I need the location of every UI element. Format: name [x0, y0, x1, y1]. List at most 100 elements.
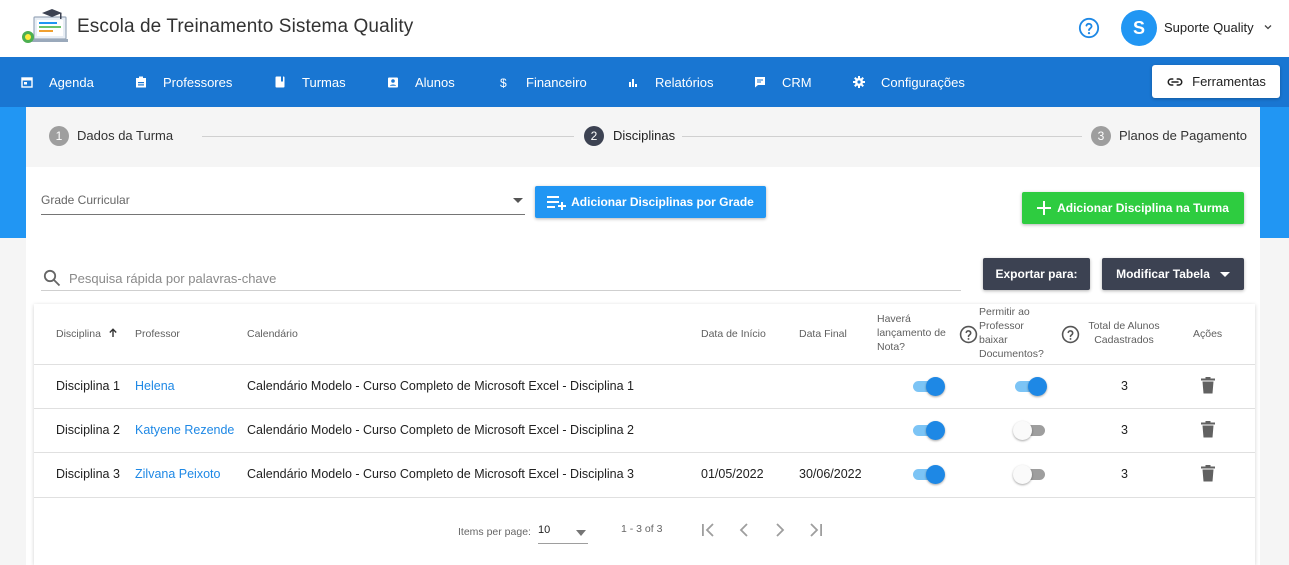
column-header-calendario[interactable]: Calendário	[247, 327, 298, 341]
column-header-line: Documentos?	[979, 348, 1044, 360]
cell-professor-link[interactable]: Zilvana Peixoto	[135, 467, 220, 481]
cell-disciplina: Disciplina 1	[56, 379, 120, 393]
dollar-icon: $	[500, 76, 507, 88]
column-header-line: Nota?	[877, 341, 906, 353]
help-icon[interactable]	[1061, 325, 1080, 344]
items-per-page-select[interactable]: 10	[538, 522, 588, 544]
column-header-data-final[interactable]: Data Final	[799, 327, 847, 341]
step-label-planos[interactable]: Planos de Pagamento	[1119, 128, 1247, 143]
column-header-acoes: Ações	[1193, 328, 1223, 340]
nav-item-agenda[interactable]: Agenda	[21, 57, 94, 107]
nota-toggle[interactable]	[911, 464, 945, 484]
plus-icon	[1037, 201, 1052, 215]
step-label-dados-turma[interactable]: Dados da Turma	[77, 128, 173, 143]
main-nav: Agenda Professores Turmas Alunos $ Finan…	[0, 57, 1289, 107]
add-discipline-label: Adicionar Disciplina na Turma	[1057, 201, 1229, 215]
delete-icon[interactable]	[1201, 465, 1215, 482]
delete-icon[interactable]	[1201, 421, 1215, 438]
items-per-page-value: 10	[538, 524, 551, 536]
nav-item-configuracoes[interactable]: Configurações	[853, 57, 965, 107]
docs-toggle[interactable]	[1013, 464, 1047, 484]
column-header-disciplina[interactable]: Disciplina	[56, 327, 118, 341]
export-label: Exportar para:	[995, 267, 1078, 281]
caret-down-icon	[576, 530, 586, 536]
chat-icon	[755, 77, 765, 88]
step-number[interactable]: 3	[1091, 126, 1111, 146]
column-header-professor[interactable]: Professor	[135, 327, 180, 341]
column-header-docs[interactable]: Permitir ao Professor baixar Documentos?	[979, 305, 1044, 361]
cell-total-alunos: 3	[1121, 423, 1128, 437]
user-name[interactable]: Suporte Quality	[1164, 20, 1254, 35]
tools-button[interactable]: Ferramentas	[1152, 65, 1280, 98]
step-number[interactable]: 1	[49, 126, 69, 146]
nav-item-crm[interactable]: CRM	[754, 57, 812, 107]
column-header-label: Disciplina	[56, 328, 101, 340]
cell-professor-link[interactable]: Helena	[135, 379, 175, 393]
items-per-page-label: Items per page:	[458, 526, 531, 538]
export-button[interactable]: Exportar para:	[983, 258, 1090, 290]
nav-label: Financeiro	[526, 74, 587, 90]
nav-item-professores[interactable]: Professores	[135, 57, 232, 107]
row-divider	[34, 497, 1255, 498]
nav-item-alunos[interactable]: Alunos	[387, 57, 455, 107]
nav-item-financeiro[interactable]: $ Financeiro	[498, 57, 587, 107]
app-title: Escola de Treinamento Sistema Quality	[77, 16, 414, 37]
chevron-down-icon[interactable]	[1263, 22, 1273, 32]
last-page-icon[interactable]	[804, 518, 828, 542]
step-divider	[682, 136, 1082, 137]
playlist-add-icon	[547, 196, 567, 210]
grade-curricular-label: Grade Curricular	[41, 193, 130, 207]
step-number-active[interactable]: 2	[584, 126, 604, 146]
docs-toggle[interactable]	[1013, 420, 1047, 440]
cell-disciplina: Disciplina 3	[56, 467, 120, 481]
column-header-line: baixar	[979, 334, 1008, 346]
docs-toggle[interactable]	[1013, 376, 1047, 396]
school-logo-icon	[22, 9, 68, 43]
nav-label: Configurações	[881, 74, 965, 90]
column-header-line: Cadastrados	[1094, 334, 1154, 346]
add-discipline-button[interactable]: Adicionar Disciplina na Turma	[1022, 192, 1244, 224]
user-avatar[interactable]: S	[1121, 10, 1157, 46]
nav-label: Relatórios	[655, 74, 714, 90]
cell-professor-link[interactable]: Katyene Rezende	[135, 423, 234, 437]
previous-page-icon[interactable]	[732, 518, 756, 542]
nota-toggle[interactable]	[911, 376, 945, 396]
nav-label: Agenda	[49, 74, 94, 90]
contact-card-icon	[388, 77, 398, 88]
first-page-icon[interactable]	[696, 518, 720, 542]
cell-disciplina: Disciplina 2	[56, 423, 120, 437]
column-header-data-inicio[interactable]: Data de Início	[701, 327, 766, 341]
add-by-grade-button[interactable]: Adicionar Disciplinas por Grade	[535, 186, 766, 218]
column-header-alunos[interactable]: Total de Alunos Cadastrados	[1084, 319, 1164, 347]
column-header-line: Professor	[979, 320, 1024, 332]
cell-data-final: 30/06/2022	[799, 467, 862, 481]
help-icon[interactable]	[1078, 17, 1100, 39]
next-page-icon[interactable]	[768, 518, 792, 542]
column-header-nota[interactable]: Haverá lançamento de Nota?	[877, 312, 946, 354]
delete-icon[interactable]	[1201, 377, 1215, 394]
cell-total-alunos: 3	[1121, 379, 1128, 393]
modify-table-button[interactable]: Modificar Tabela	[1102, 258, 1244, 290]
caret-down-icon	[1219, 272, 1230, 277]
nav-item-relatorios[interactable]: Relatórios	[627, 57, 714, 107]
nav-label: Professores	[163, 74, 233, 90]
cell-total-alunos: 3	[1121, 467, 1128, 481]
nav-label: Alunos	[415, 74, 455, 90]
disciplines-table: Disciplina Professor Calendário Data de …	[34, 304, 1255, 565]
column-header-line: Permitir ao	[979, 306, 1030, 318]
page-range-label: 1 - 3 of 3	[621, 523, 663, 535]
nota-toggle[interactable]	[911, 420, 945, 440]
help-icon[interactable]	[959, 325, 978, 344]
row-divider	[34, 364, 1255, 365]
bar-chart-icon	[629, 79, 637, 87]
tools-label: Ferramentas	[1192, 74, 1266, 89]
nav-label: Turmas	[302, 74, 346, 90]
search-bar	[41, 265, 961, 291]
column-header-line: Total de Alunos	[1088, 320, 1160, 332]
search-input[interactable]	[69, 267, 949, 289]
nav-item-turmas[interactable]: Turmas	[274, 57, 346, 107]
cell-calendario: Calendário Modelo - Curso Completo de Mi…	[247, 467, 634, 481]
step-label-disciplinas[interactable]: Disciplinas	[613, 128, 675, 143]
gear-icon	[853, 76, 865, 88]
grade-curricular-select[interactable]: Grade Curricular	[41, 187, 525, 215]
